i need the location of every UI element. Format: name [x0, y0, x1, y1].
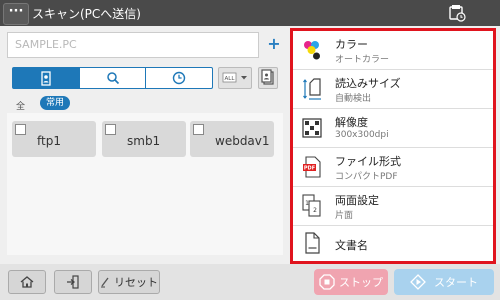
address-card-webdav1[interactable]: webdav1 — [190, 121, 274, 157]
setting-scan-size[interactable]: 読込みサイズ 自動検出 — [293, 70, 493, 109]
filter-frequent-badge[interactable]: 常用 — [40, 96, 71, 110]
setting-color[interactable]: カラー オートカラー — [293, 31, 493, 70]
job-status-icon[interactable] — [446, 3, 468, 23]
setting-document-name[interactable]: 文書名 — [293, 226, 493, 261]
setting-label: 両面設定 — [335, 194, 379, 207]
stop-icon — [319, 274, 335, 290]
setting-resolution[interactable]: 解像度 300x300dpi — [293, 109, 493, 148]
address-list: ftp1 smb1 webdav1 — [7, 113, 283, 255]
view-dropdown[interactable]: ALL — [218, 67, 252, 89]
menu-button[interactable]: ··· — [3, 3, 29, 25]
view-dropdown-value: ALL — [225, 76, 236, 82]
document-icon — [302, 232, 322, 254]
reset-icon — [101, 277, 109, 288]
setting-label: ファイル形式 — [335, 155, 401, 168]
setting-value: 片面 — [335, 211, 354, 221]
duplex-icon: 1 2 — [302, 194, 322, 217]
address-detail-icon — [261, 69, 274, 85]
reset-label: リセット — [114, 276, 158, 289]
address-name: ftp1 — [37, 134, 61, 148]
scan-settings-panel: カラー オートカラー 読込みサイズ 自動検出 解像度 300x300dpi PD… — [290, 28, 496, 264]
home-button[interactable] — [8, 270, 46, 294]
svg-text:1: 1 — [305, 200, 309, 207]
address-tab-bar — [12, 67, 213, 89]
title-bar: ··· スキャン(PCへ送信) — [0, 0, 500, 26]
address-checkbox[interactable] — [15, 124, 26, 135]
setting-file-type[interactable]: PDF ファイル形式 コンパクトPDF — [293, 148, 493, 187]
address-card-ftp1[interactable]: ftp1 — [12, 121, 96, 157]
color-icon — [302, 39, 322, 61]
tab-search[interactable] — [80, 68, 147, 88]
tab-address-book[interactable] — [13, 68, 80, 88]
address-checkbox[interactable] — [193, 124, 204, 135]
bottom-bar: リセット ストップ スタート — [0, 264, 500, 300]
start-icon — [410, 274, 426, 290]
setting-value: 自動検出 — [335, 94, 372, 104]
chevron-down-icon — [241, 76, 247, 80]
setting-label: 解像度 — [335, 116, 368, 129]
setting-duplex[interactable]: 1 2 両面設定 片面 — [293, 187, 493, 226]
svg-text:PDF: PDF — [304, 166, 315, 172]
home-icon — [20, 276, 34, 288]
address-card-smb1[interactable]: smb1 — [102, 121, 186, 157]
reset-button[interactable]: リセット — [98, 270, 160, 294]
stop-button[interactable]: ストップ — [314, 269, 388, 295]
address-checkbox[interactable] — [105, 124, 116, 135]
resolution-icon — [302, 118, 322, 140]
logout-icon — [67, 275, 79, 289]
logout-button[interactable] — [54, 270, 92, 294]
svg-text:2: 2 — [313, 207, 317, 214]
address-name: smb1 — [127, 134, 161, 148]
setting-value: コンパクトPDF — [335, 172, 398, 182]
page-title: スキャン(PCへ送信) — [32, 7, 141, 21]
start-label: スタート — [434, 276, 478, 289]
setting-label: カラー — [335, 38, 368, 51]
destination-input[interactable]: SAMPLE.PC — [7, 32, 259, 58]
setting-label: 文書名 — [335, 239, 368, 252]
address-book-icon — [41, 70, 51, 86]
address-name: webdav1 — [215, 134, 270, 148]
scan-size-icon — [302, 77, 322, 100]
pdf-file-icon: PDF — [302, 156, 322, 178]
add-destination-button[interactable]: + — [264, 32, 284, 58]
setting-value: 300x300dpi — [335, 130, 389, 140]
list-view-icon: ALL — [222, 72, 247, 83]
stop-label: ストップ — [339, 276, 383, 289]
tab-history[interactable] — [146, 68, 212, 88]
start-button[interactable]: スタート — [394, 269, 494, 295]
setting-label: 読込みサイズ — [335, 77, 401, 90]
clock-icon — [172, 71, 186, 85]
address-detail-button[interactable] — [258, 67, 278, 89]
setting-value: オートカラー — [335, 55, 390, 65]
search-icon — [106, 72, 119, 85]
destination-row: SAMPLE.PC + — [7, 32, 283, 60]
